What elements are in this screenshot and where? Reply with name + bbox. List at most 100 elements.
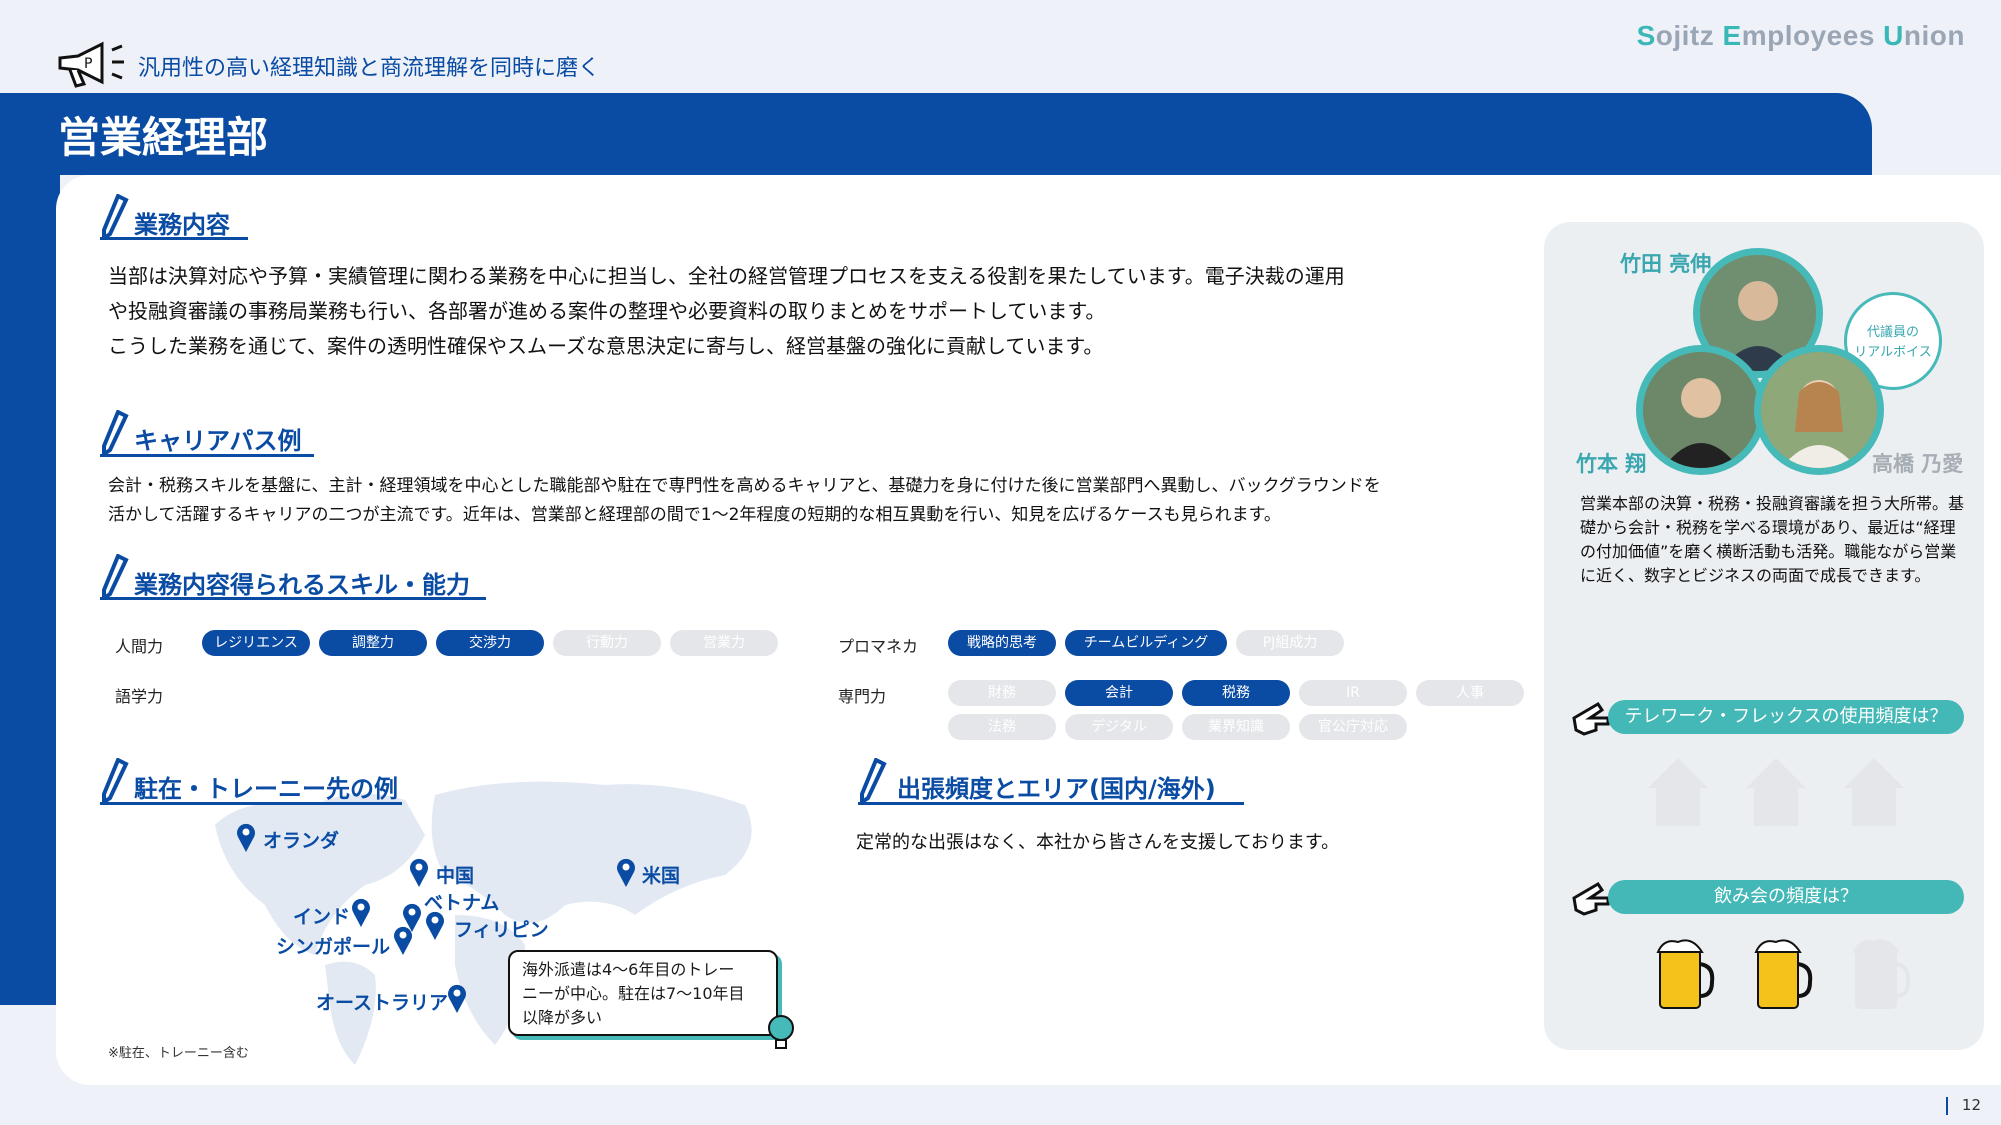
- map-label-netherlands: オランダ: [263, 830, 340, 852]
- comment-line: に近く、数字とビジネスの両面で成長できます。: [1580, 566, 1931, 585]
- map-label-india: インド: [293, 906, 351, 928]
- skill-group-label: プロマネカ: [838, 637, 919, 656]
- beer-mug-icon: [1852, 939, 1911, 1009]
- work-line: 当部は決算対応や予算・実績管理に関わる業務を中心に担当し、全社の経営管理プロセス…: [108, 264, 1345, 288]
- avatar-takemoto: [1636, 345, 1766, 475]
- skill-pill: 営業力: [670, 630, 778, 656]
- brand-word-2: mployees: [1741, 20, 1884, 51]
- brand-logo: Sojitz Employees Union: [1637, 20, 1965, 52]
- avatar-takahashi: [1754, 345, 1884, 475]
- skill-pill: IR: [1299, 680, 1407, 706]
- map-pin-icon: [448, 984, 466, 1013]
- career-line: 活かして活躍するキャリアの二つが主流です。近年は、営業部と経理部の間で1～2年程…: [108, 505, 1281, 525]
- person-photo: [1761, 352, 1877, 468]
- pointing-hand-icon: [1572, 701, 1610, 736]
- pen-icon: [102, 758, 129, 804]
- section-underline: [100, 454, 314, 457]
- pen-icon: [102, 194, 129, 240]
- skill-pill: 人事: [1416, 680, 1524, 706]
- skill-pill: レジリエンス: [202, 630, 310, 656]
- skill-pill: デジタル: [1065, 714, 1173, 740]
- comment-line: の付加価値”を磨く横断活動も活発。職能ながら営業: [1580, 542, 1957, 561]
- pen-icon: [860, 758, 887, 804]
- section-heading-travel: 出張頻度とエリア(国内/海外): [897, 775, 1216, 803]
- brand-letter-s: S: [1636, 20, 1656, 51]
- callout-line: 海外派遣は4～6年目のトレー: [522, 960, 735, 979]
- house-icon: [1844, 758, 1904, 826]
- beer-mug-icon: [1754, 939, 1813, 1009]
- map-pin-icon: [410, 858, 428, 887]
- skill-pill: 官公庁対応: [1299, 714, 1407, 740]
- brand-letter-e: E: [1722, 20, 1742, 51]
- house-icon: [1746, 758, 1806, 826]
- question-drinking: 飲み会の頻度は？: [1608, 880, 1964, 914]
- skill-pill: 財務: [948, 680, 1056, 706]
- house-icons: [1648, 758, 1904, 826]
- section-underline: [100, 802, 402, 805]
- representative-name-takahashi: 高橋 乃愛: [1872, 452, 1964, 476]
- skill-pill: 調整力: [319, 630, 427, 656]
- question-telework: テレワーク・フレックスの使用頻度は？: [1608, 700, 1964, 734]
- drinking-rating: [1656, 936, 1926, 1018]
- brand-word-1: ojitz: [1655, 20, 1723, 51]
- person-photo: [1643, 352, 1759, 468]
- skill-pill: 業界知識: [1182, 714, 1290, 740]
- section-heading-career: キャリアパス例: [134, 427, 302, 455]
- page-subtitle: 汎用性の高い経理知識と商流理解を同時に磨く: [138, 56, 601, 81]
- svg-text:P: P: [84, 56, 92, 72]
- skill-group-label: 専門力: [838, 687, 887, 706]
- section-heading-abroad: 駐在・トレーニー先の例: [134, 775, 398, 803]
- callout-line: ニーが中心。駐在は7～10年目: [522, 984, 745, 1003]
- skill-pill: 会計: [1065, 680, 1173, 706]
- map-label-singapore: シンガポール: [276, 936, 391, 958]
- abroad-footnote: ※駐在、トレーニー含む: [108, 1046, 249, 1061]
- speech-bubble-text: 代議員の リアルボイス: [1847, 323, 1939, 363]
- map-pin-icon: [426, 911, 444, 940]
- skill-pill: PJ組成力: [1236, 630, 1344, 656]
- pen-icon: [102, 410, 129, 456]
- skill-group-label: 人間力: [115, 637, 164, 656]
- career-description: 会計・税務スキルを基盤に、主計・経理領域を中心とした職能部や駐在で専門性を高める…: [108, 472, 1548, 530]
- page-number: 12: [1946, 1096, 1981, 1115]
- map-pin-icon: [617, 858, 635, 887]
- beer-mug-icon: [1656, 939, 1715, 1009]
- map-label-china: 中国: [436, 865, 475, 887]
- house-icon: [1648, 758, 1708, 826]
- section-heading-skills: 業務内容得られるスキル・能力: [134, 571, 470, 599]
- title-band: [0, 93, 1872, 175]
- brand-letter-u: U: [1883, 20, 1904, 51]
- section-underline: [100, 597, 486, 600]
- work-description: 当部は決算対応や予算・実績管理に関わる業務を中心に担当し、全社の経営管理プロセス…: [108, 259, 1508, 364]
- pen-icon: [102, 554, 129, 600]
- work-line: こうした業務を通じて、案件の透明性確保やスムーズな意思決定に寄与し、経営基盤の強…: [108, 334, 1104, 358]
- page-title: 営業経理部: [58, 113, 269, 162]
- beer-mug-icons: [1656, 939, 1911, 1009]
- section-heading-work: 業務内容: [134, 211, 230, 239]
- map-label-australia: オーストラリア: [316, 992, 449, 1014]
- skill-pill: 税務: [1182, 680, 1290, 706]
- title-band-edge: [0, 175, 60, 1005]
- skill-group-label: 語学力: [115, 687, 164, 706]
- travel-description: 定常的な出張はなく、本社から皆さんを支援しております。: [856, 832, 1340, 853]
- megaphone-icon: P: [58, 41, 124, 88]
- abroad-callout: 海外派遣は4～6年目のトレー ニーが中心。駐在は7～10年目 以降が多い: [508, 950, 778, 1036]
- section-underline: [858, 802, 1244, 805]
- comment-line: 営業本部の決算・税務・投融資審議を担う大所帯。基: [1580, 494, 1965, 513]
- skill-pill: 戦略的思考: [948, 630, 1056, 656]
- work-line: や投融資審議の事務局業務も行い、各部署が進める案件の整理や必要資料の取りまとめを…: [108, 299, 1106, 323]
- lightbulb-icon: [768, 1015, 794, 1049]
- map-pin-icon: [352, 898, 370, 927]
- skill-pill: 交渉力: [436, 630, 544, 656]
- comment-line: 礎から会計・税務を学べる環境があり、最近は“経理: [1580, 518, 1956, 537]
- bubble-line: 代議員の: [1866, 325, 1919, 340]
- brand-word-3: nion: [1903, 20, 1965, 51]
- callout-line: 以降が多い: [522, 1008, 603, 1027]
- representative-name-takemoto: 竹本 翔: [1576, 452, 1647, 476]
- skill-pill: 行動力: [553, 630, 661, 656]
- map-label-philippines: フィリピン: [454, 919, 549, 941]
- skill-pill: チームビルディング: [1065, 630, 1227, 656]
- map-pin-icon: [394, 926, 412, 955]
- skill-pill: 法務: [948, 714, 1056, 740]
- telework-rating: [1644, 754, 1934, 832]
- map-pin-icon: [237, 823, 255, 852]
